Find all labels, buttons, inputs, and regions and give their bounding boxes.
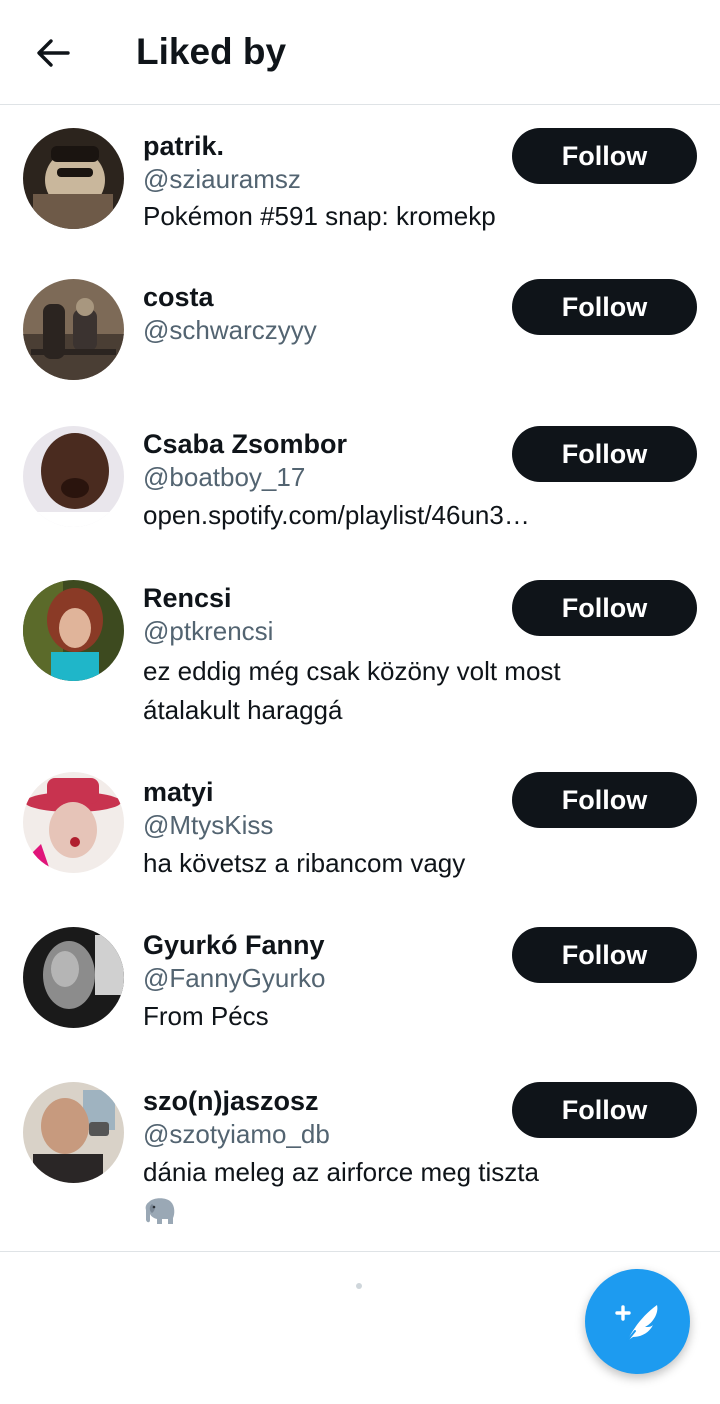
follow-button[interactable]: Follow [512, 927, 697, 983]
user-row[interactable]: patrik. @sziauramsz Pokémon #591 snap: k… [0, 105, 720, 265]
user-bio: ha követsz a ribancom vagy [143, 844, 593, 883]
avatar[interactable] [23, 772, 124, 873]
avatar[interactable] [23, 927, 124, 1028]
follow-button[interactable]: Follow [512, 1082, 697, 1138]
user-display-name: matyi [143, 777, 214, 807]
user-row[interactable]: szo(n)jaszosz @szotyiamo_db dánia meleg … [0, 1068, 720, 1251]
user-bio: ez eddig még csak közöny volt most átala… [143, 652, 593, 730]
avatar[interactable] [23, 580, 124, 681]
follow-button[interactable]: Follow [512, 580, 697, 636]
user-handle: @szotyiamo_db [143, 1119, 330, 1149]
user-bio: From Pécs [143, 997, 593, 1036]
bio-line: ez eddig még csak közöny volt most [143, 656, 561, 686]
user-handle: @boatboy_17 [143, 462, 306, 492]
user-row[interactable]: Gyurkó Fanny @FannyGyurko From Pécs Foll… [0, 913, 720, 1068]
user-bio: dánia meleg az airforce meg tiszta [143, 1153, 593, 1237]
user-handle: @MtysKiss [143, 810, 274, 840]
user-handle: @ptkrencsi [143, 616, 274, 646]
user-row[interactable]: Rencsi @ptkrencsi ez eddig még csak közö… [0, 565, 720, 758]
compose-tweet-icon [614, 1304, 657, 1342]
user-row[interactable]: matyi @MtysKiss ha követsz a ribancom va… [0, 758, 720, 913]
avatar[interactable] [23, 128, 124, 229]
back-button[interactable] [22, 22, 84, 84]
bio-line: open.spotify.com/playlist/46un3… [143, 500, 530, 530]
bio-line: átalakult haraggá [143, 695, 343, 725]
user-row[interactable]: Csaba Zsombor @boatboy_17 open.spotify.c… [0, 412, 720, 565]
user-row[interactable]: costa @schwarczyyy Follow [0, 265, 720, 412]
follow-button[interactable]: Follow [512, 426, 697, 482]
user-bio: Pokémon #591 snap: kromekp [143, 197, 593, 236]
bio-line: From Pécs [143, 1001, 269, 1031]
user-handle: @sziauramsz [143, 164, 301, 194]
follow-button[interactable]: Follow [512, 279, 697, 335]
avatar[interactable] [23, 279, 124, 380]
user-display-name: Csaba Zsombor [143, 429, 348, 459]
user-handle: @FannyGyurko [143, 963, 326, 993]
loading-indicator [356, 1283, 362, 1289]
compose-tweet-button[interactable] [585, 1269, 690, 1374]
arrow-left-icon [37, 39, 70, 67]
user-display-name: szo(n)jaszosz [143, 1086, 319, 1116]
top-app-bar: Liked by [0, 0, 720, 105]
user-bio: open.spotify.com/playlist/46un3… [143, 496, 593, 535]
bio-line: ha követsz a ribancom vagy [143, 848, 466, 878]
avatar[interactable] [23, 426, 124, 527]
user-display-name: Rencsi [143, 583, 232, 613]
user-display-name: costa [143, 282, 214, 312]
follow-button[interactable]: Follow [512, 128, 697, 184]
follow-button[interactable]: Follow [512, 772, 697, 828]
list-divider [0, 1251, 720, 1252]
bio-line: dánia meleg az airforce meg tiszta [143, 1157, 539, 1187]
bio-line: Pokémon #591 snap: kromekp [143, 201, 496, 231]
page-title: Liked by [136, 31, 287, 72]
user-handle: @schwarczyyy [143, 315, 317, 345]
user-display-name: patrik. [143, 131, 225, 161]
elephant-emoji [143, 1196, 177, 1237]
bio-line [143, 1192, 593, 1237]
user-display-name: Gyurkó Fanny [143, 930, 325, 960]
avatar[interactable] [23, 1082, 124, 1183]
